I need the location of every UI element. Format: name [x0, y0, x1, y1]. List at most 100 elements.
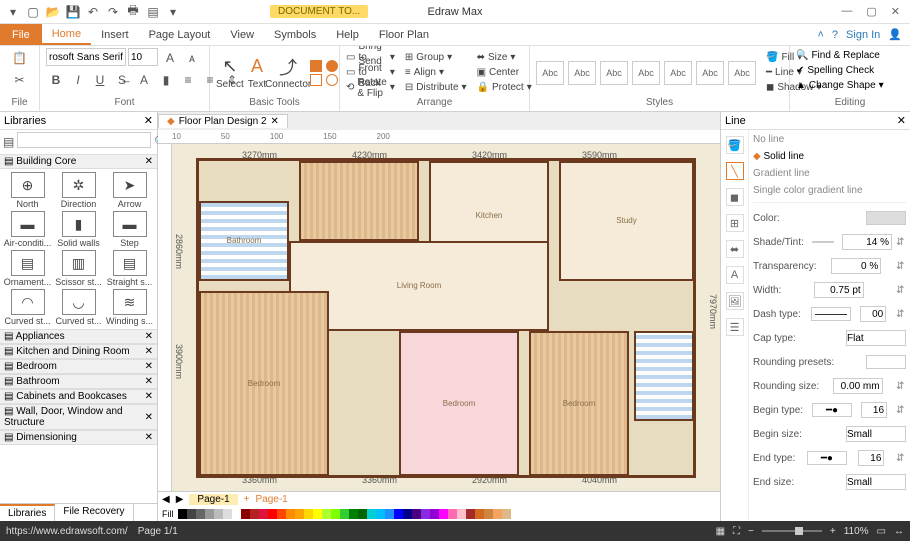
tab-libraries[interactable]: Libraries — [0, 504, 55, 521]
swatch[interactable] — [367, 509, 376, 519]
group-btn[interactable]: ⊞ Group ▾ — [405, 51, 467, 65]
end-type-combo[interactable]: ━● — [807, 451, 847, 465]
transparency-input[interactable] — [831, 258, 881, 274]
swatch[interactable] — [466, 509, 475, 519]
swatch[interactable] — [241, 509, 250, 519]
document-tab[interactable]: ◆Floor Plan Design 2✕ — [158, 114, 288, 128]
swatch[interactable] — [430, 509, 439, 519]
swatch[interactable] — [277, 509, 286, 519]
opt-gradient-line[interactable]: Gradient line — [753, 168, 906, 179]
round-size-input[interactable] — [833, 378, 883, 394]
swatch[interactable] — [421, 509, 430, 519]
italic-icon[interactable]: I — [68, 70, 88, 90]
swatch[interactable] — [484, 509, 493, 519]
floor-plan[interactable]: Kitchen Bathroom Living Room Study Bedro… — [196, 158, 696, 478]
shape-Curved st...[interactable]: ◡Curved st... — [54, 289, 103, 326]
opt-no-line[interactable]: No line — [753, 134, 906, 145]
swatch[interactable] — [322, 509, 331, 519]
swatch[interactable] — [403, 509, 412, 519]
shape-Solid walls[interactable]: ▮Solid walls — [54, 211, 103, 248]
swatch[interactable] — [259, 509, 268, 519]
shape-Direction[interactable]: ✲Direction — [54, 172, 103, 209]
shade-slider[interactable] — [812, 241, 834, 243]
category-cabinets-and-bookcases[interactable]: ▤ Cabinets and Bookcases✕ — [0, 389, 157, 404]
swatch[interactable] — [394, 509, 403, 519]
file-menu[interactable]: File — [0, 24, 42, 45]
open-icon[interactable]: 📂 — [46, 5, 60, 19]
category-kitchen-and-dining-room[interactable]: ▤ Kitchen and Dining Room✕ — [0, 344, 157, 359]
swatch[interactable] — [178, 509, 187, 519]
more-icon[interactable]: ▾ — [166, 5, 180, 19]
view-normal-icon[interactable]: ▦ — [716, 526, 725, 537]
swatch[interactable] — [295, 509, 304, 519]
swatch[interactable] — [475, 509, 484, 519]
swatch[interactable] — [304, 509, 313, 519]
line-tool-text-icon[interactable]: A — [726, 266, 744, 284]
line-tool-line-icon[interactable]: ╲ — [726, 162, 744, 180]
zoom-out-icon[interactable]: − — [748, 526, 754, 537]
swatch[interactable] — [250, 509, 259, 519]
swatch[interactable] — [196, 509, 205, 519]
line-tool-size-icon[interactable]: ⬌ — [726, 240, 744, 258]
swatch[interactable] — [331, 509, 340, 519]
swatch[interactable] — [268, 509, 277, 519]
shape-Straight s...[interactable]: ▤Straight s... — [105, 250, 154, 287]
menu-view[interactable]: View — [220, 24, 264, 45]
tab-close-icon[interactable]: ✕ — [271, 116, 279, 127]
center-btn[interactable]: ▣ Center — [477, 66, 532, 80]
color-swatch[interactable] — [866, 211, 906, 225]
category-bathroom[interactable]: ▤ Bathroom✕ — [0, 374, 157, 389]
select-tool[interactable]: ↖Select — [216, 56, 244, 90]
libraries-close-icon[interactable]: ✕ — [144, 114, 153, 127]
zoom-in-icon[interactable]: + — [830, 526, 836, 537]
swatch[interactable] — [439, 509, 448, 519]
signin-link[interactable]: Sign In — [846, 29, 880, 41]
swatch[interactable] — [376, 509, 385, 519]
save-icon[interactable]: 💾 — [66, 5, 80, 19]
shape-Ornament...[interactable]: ▤Ornament... — [3, 250, 52, 287]
category-building-core[interactable]: ▤ Building Core✕ — [0, 154, 157, 169]
bullets-icon[interactable]: ≡ — [178, 70, 198, 90]
line-tool-fill-icon[interactable]: 🪣 — [726, 136, 744, 154]
room-bedroom-2[interactable]: Bedroom — [399, 331, 519, 476]
swatch[interactable] — [385, 509, 394, 519]
dash-combo[interactable] — [811, 307, 851, 321]
shape-picker[interactable] — [310, 60, 340, 86]
view-fullscreen-icon[interactable]: ⛶ — [733, 526, 740, 537]
category-bedroom[interactable]: ▤ Bedroom✕ — [0, 359, 157, 374]
increase-font-icon[interactable]: A — [160, 48, 180, 68]
new-icon[interactable]: ▢ — [26, 5, 40, 19]
connector-tool[interactable]: ⤴Connector — [270, 56, 306, 90]
dash-val[interactable] — [860, 306, 886, 322]
menu-help[interactable]: Help — [326, 24, 369, 45]
drawing-canvas[interactable]: 3270mm 4230mm 3420mm 3590mm 2860mm 3900m… — [172, 144, 720, 491]
close-icon[interactable]: ✕ — [891, 5, 900, 18]
swatch[interactable] — [412, 509, 421, 519]
paste-icon[interactable]: 📋 — [10, 48, 30, 68]
shape-Winding s...[interactable]: ≋Winding s... — [105, 289, 154, 326]
line-panel-close-icon[interactable]: ✕ — [897, 114, 906, 127]
swatch[interactable] — [223, 509, 232, 519]
distribute-btn[interactable]: ⊟ Distribute ▾ — [405, 81, 467, 95]
begin-size-combo[interactable] — [846, 426, 906, 442]
size-btn[interactable]: ⬌ Size ▾ — [477, 51, 532, 65]
bold-icon[interactable]: B — [46, 70, 66, 90]
user-icon[interactable]: 👤 — [888, 28, 902, 41]
cap-combo[interactable] — [846, 330, 906, 346]
end-type-val[interactable] — [858, 450, 884, 466]
swatch[interactable] — [448, 509, 457, 519]
begin-type-val[interactable] — [861, 402, 887, 418]
opt-solid-line[interactable]: ◆ Solid line — [753, 151, 906, 162]
prev-page-icon[interactable]: ◀ — [162, 494, 170, 505]
room-bedroom-3[interactable]: Bedroom — [529, 331, 629, 476]
swatch[interactable] — [187, 509, 196, 519]
width-input[interactable] — [814, 282, 864, 298]
shape-Air-conditi...[interactable]: ▬Air-conditi... — [3, 211, 52, 248]
shape-Scissor st...[interactable]: ▥Scissor st... — [54, 250, 103, 287]
end-size-combo[interactable] — [846, 474, 906, 490]
page-tab[interactable]: Page-1 — [189, 494, 237, 505]
tab-file-recovery[interactable]: File Recovery — [55, 504, 133, 521]
menu-home[interactable]: Home — [42, 24, 91, 45]
preview-icon[interactable]: ▤ — [146, 5, 160, 19]
room-bathroom-2[interactable] — [634, 331, 694, 421]
